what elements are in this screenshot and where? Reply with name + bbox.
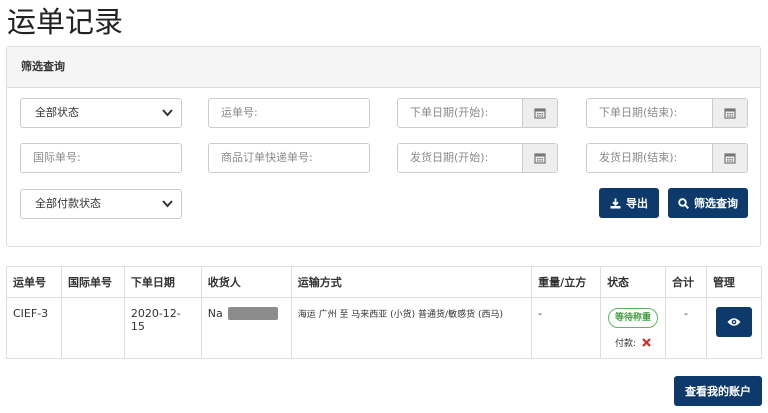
express-number-placeholder: 商品订单快递单号: <box>221 151 313 164</box>
payment-status-select-value: 全部付款状态 <box>35 197 101 210</box>
view-my-account-label: 查看我的账户 <box>685 385 751 398</box>
filter-panel-heading: 筛选查询 <box>7 47 760 88</box>
payment-status: 付款: <box>607 336 659 349</box>
col-header-manage: 管理 <box>705 266 763 298</box>
waybill-table: 运单号 国际单号 下单日期 收货人 运输方式 重量/立方 状态 合计 管理 CI… <box>6 266 763 359</box>
status-select[interactable]: 全部状态 <box>20 98 182 128</box>
cell-weight: - <box>531 297 602 359</box>
receiver-name: Na <box>207 307 223 320</box>
cell-intl-no <box>60 297 125 359</box>
col-header-status: 状态 <box>600 266 666 298</box>
order-date-end-input[interactable]: 下单日期(结束): <box>586 98 748 128</box>
filter-search-button[interactable]: 筛选查询 <box>668 188 748 218</box>
redacted-block <box>227 307 278 320</box>
eye-icon <box>727 318 741 326</box>
cell-manage <box>705 297 763 359</box>
status-badge: 等待称重 <box>608 308 659 328</box>
view-button[interactable] <box>715 307 752 337</box>
unpaid-x-icon <box>642 338 651 347</box>
calendar-icon[interactable] <box>712 144 747 172</box>
order-date-start-placeholder: 下单日期(开始): <box>410 106 489 119</box>
waybill-number-placeholder: 运单号: <box>221 106 258 119</box>
filter-search-button-label: 筛选查询 <box>694 197 738 210</box>
cell-waybill: CIEF-3 <box>6 297 62 359</box>
col-header-waybill: 运单号 <box>6 266 62 298</box>
status-select-value: 全部状态 <box>35 106 79 119</box>
ship-date-start-input[interactable]: 发货日期(开始): <box>397 143 558 173</box>
download-icon <box>610 198 621 208</box>
intl-number-input[interactable]: 国际单号: <box>20 143 182 173</box>
col-header-receiver: 收货人 <box>200 266 292 298</box>
col-header-total: 合计 <box>664 266 707 298</box>
export-button[interactable]: 导出 <box>599 188 659 218</box>
page-title: 运单记录 <box>7 5 124 39</box>
chevron-down-icon <box>162 109 173 117</box>
ship-date-end-input[interactable]: 发货日期(结束): <box>586 143 748 173</box>
chevron-down-icon <box>162 200 173 208</box>
col-header-weight: 重量/立方 <box>531 266 602 298</box>
waybill-number-input[interactable]: 运单号: <box>208 98 370 128</box>
cell-receiver: Na <box>200 297 292 359</box>
view-my-account-button[interactable]: 查看我的账户 <box>674 376 762 406</box>
payment-status-select[interactable]: 全部付款状态 <box>20 189 182 219</box>
cell-order-date: 2020-12-15 <box>123 297 202 359</box>
calendar-icon[interactable] <box>522 144 557 172</box>
cell-status: 等待称重 付款: <box>600 297 666 359</box>
filter-panel: 筛选查询 全部状态 运单号: 下单日期(开始): 下单日期(结束): 国际单号:… <box>6 46 761 247</box>
table-row: CIEF-3 2020-12-15 Na 海运 广州 至 马来西亚 (小货) 普… <box>6 297 763 359</box>
order-date-end-placeholder: 下单日期(结束): <box>599 106 678 119</box>
ship-date-start-placeholder: 发货日期(开始): <box>410 151 489 164</box>
cell-transport: 海运 广州 至 马来西亚 (小货) 普通货/敏感货 (西马) <box>290 297 533 359</box>
export-button-label: 导出 <box>626 197 648 210</box>
ship-date-end-placeholder: 发货日期(结束): <box>599 151 678 164</box>
express-number-input[interactable]: 商品订单快递单号: <box>208 143 370 173</box>
table-header-row: 运单号 国际单号 下单日期 收货人 运输方式 重量/立方 状态 合计 管理 <box>6 266 763 298</box>
payment-label: 付款: <box>615 339 637 349</box>
col-header-transport: 运输方式 <box>290 266 533 298</box>
col-header-intl-no: 国际单号 <box>60 266 125 298</box>
intl-number-placeholder: 国际单号: <box>33 151 81 164</box>
order-date-start-input[interactable]: 下单日期(开始): <box>397 98 558 128</box>
col-header-order-date: 下单日期 <box>123 266 202 298</box>
cell-total: - <box>664 297 707 359</box>
calendar-icon[interactable] <box>712 99 747 127</box>
calendar-icon[interactable] <box>522 99 557 127</box>
search-icon <box>678 197 689 209</box>
